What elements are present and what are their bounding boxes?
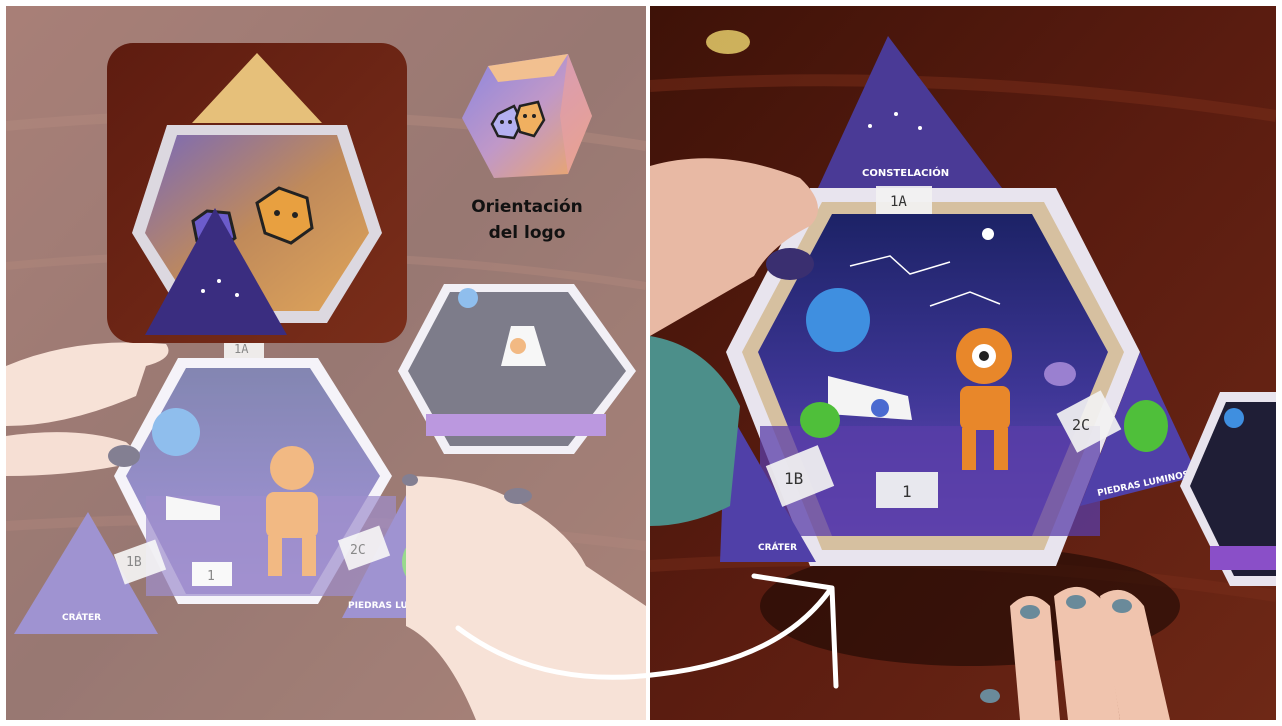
left-card-label: CRÁTER <box>62 611 101 623</box>
assembled-dodecahedron: 1 <box>726 188 1140 566</box>
logo-orientation-icon <box>462 54 592 178</box>
center-tag-right: 1 <box>902 482 912 501</box>
inset-scene <box>107 43 407 343</box>
top-card-label-right: CONSTELACIÓN <box>862 166 949 179</box>
left-tag-right: 1B <box>784 469 803 488</box>
logo-orientation-caption: Orientación del logo <box>452 194 602 246</box>
inset-photo <box>107 43 407 343</box>
center-tag: 1 <box>207 569 215 584</box>
left-card-label-right: CRÁTER <box>758 541 797 553</box>
top-tag: 1A <box>234 342 249 356</box>
right-tag: 2C <box>350 543 366 558</box>
left-tag: 1B <box>126 555 142 570</box>
right-photo-panel: 1 CONSTELACIÓN 1A CRÁTER 1B PIEDRAS LUMI… <box>650 6 1276 720</box>
right-tag-right: 2C <box>1072 416 1090 434</box>
caption-line-2: del logo <box>488 223 566 243</box>
top-tag-right: 1A <box>890 194 907 210</box>
caption-line-1: Orientación <box>471 197 583 217</box>
left-photo-panel: 1 CONSTELACIÓN 1A CRÁTER 1B PIEDRAS LUMI… <box>6 6 646 720</box>
right-scene: 1 CONSTELACIÓN 1A CRÁTER 1B PIEDRAS LUMI… <box>650 6 1276 720</box>
